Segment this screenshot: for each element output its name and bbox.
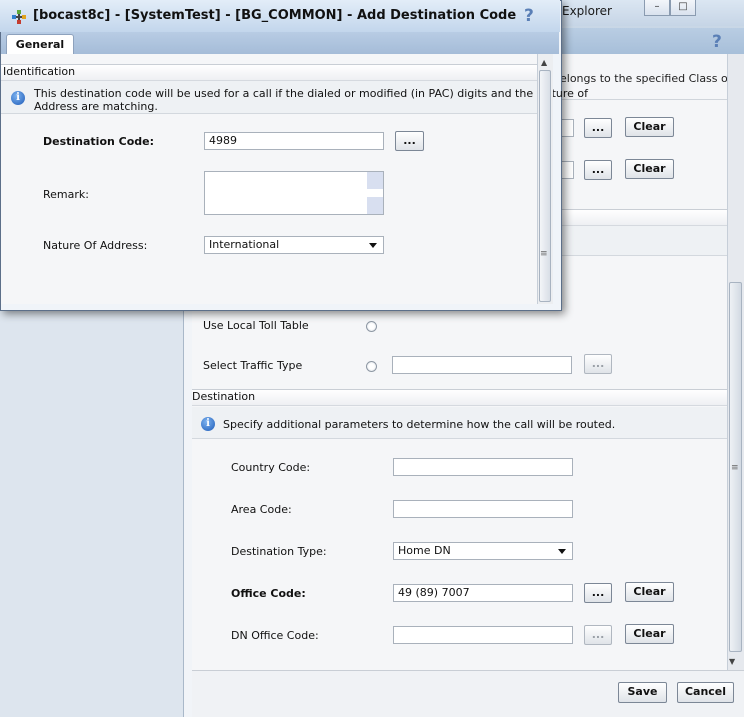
office-code-label: Office Code: [231,587,306,600]
traffic-type-browse-button[interactable]: ... [584,354,612,374]
destination-type-label: Destination Type: [231,545,327,558]
clear-button-2[interactable]: Clear [625,159,674,179]
nature-of-address-select[interactable]: International [204,236,384,254]
truncated-description: elongs to the specified Class of [560,72,732,85]
destination-code-browse-button[interactable]: ... [395,131,424,151]
save-button[interactable]: Save [618,682,667,703]
destination-section-header [192,389,727,406]
minimize-icon[interactable]: – [644,0,670,16]
area-code-input[interactable] [393,500,573,518]
chevron-down-icon [558,549,566,554]
office-code-browse-button[interactable]: ... [584,583,612,603]
identification-section-header [1,64,537,81]
maximize-icon[interactable]: □ [670,0,696,16]
navigation-panel [0,305,183,717]
nature-of-address-value: International [209,238,280,251]
browse-button-1[interactable]: ... [584,118,612,138]
dialog-scrollbar-thumb[interactable] [539,70,551,302]
app-icon [12,10,26,24]
destination-info-text: Specify additional parameters to determi… [223,418,616,431]
destination-code-label: Destination Code: [43,135,155,148]
dn-office-code-clear-button[interactable]: Clear [625,624,674,644]
office-code-clear-button[interactable]: Clear [625,582,674,602]
help-icon[interactable]: ? [524,6,534,26]
identification-info-line1: This destination code will be used for a… [34,87,589,100]
dn-office-code-browse-button[interactable]: ... [584,625,612,645]
remark-scrollbar[interactable] [367,172,383,214]
browse-button-2[interactable]: ... [584,160,612,180]
panel-splitter[interactable] [183,305,192,717]
background-window-title: Explorer [562,4,612,18]
area-code-label: Area Code: [231,503,292,516]
scroll-down-icon[interactable]: ▼ [729,657,735,666]
remark-textarea[interactable] [204,171,384,215]
field-fragment[interactable] [560,161,574,179]
traffic-type-input[interactable] [392,356,572,374]
clear-button-1[interactable]: Clear [625,117,674,137]
info-bar [560,226,727,256]
destination-type-value: Home DN [398,544,451,557]
nature-of-address-label: Nature Of Address: [43,239,148,252]
identification-section-title: Identification [3,65,76,78]
section-header [560,209,727,226]
destination-code-input[interactable]: 4989 [204,132,384,150]
destination-section-title: Destination [192,390,256,403]
dn-office-code-input[interactable] [393,626,573,644]
destination-type-select[interactable]: Home DN [393,542,573,560]
scroll-up-icon[interactable]: ▲ [541,58,547,67]
tab-general[interactable]: General [6,34,74,54]
info-icon: i [11,91,25,105]
info-icon: i [201,417,215,431]
country-code-label: Country Code: [231,461,311,474]
scrollbar-grip-icon: ≡ [540,249,548,259]
use-local-toll-label: Use Local Toll Table [203,319,309,332]
select-traffic-radio[interactable] [366,361,377,372]
field-fragment[interactable] [560,119,574,137]
remark-label: Remark: [43,188,89,201]
select-traffic-label: Select Traffic Type [203,359,303,372]
identification-info-line2: Address are matching. [34,100,158,113]
scrollbar-grip-icon: ≡ [731,463,739,473]
country-code-input[interactable] [393,458,573,476]
use-local-toll-radio[interactable] [366,321,377,332]
cancel-button[interactable]: Cancel [677,682,734,703]
dialog-title: [bocast8c] - [SystemTest] - [BG_COMMON] … [33,8,517,23]
dialog-tab-bar [1,32,559,54]
help-icon[interactable]: ? [712,32,722,52]
dn-office-code-label: DN Office Code: [231,629,319,642]
office-code-input[interactable]: 49 (89) 7007 [393,584,573,602]
chevron-down-icon [369,243,377,248]
